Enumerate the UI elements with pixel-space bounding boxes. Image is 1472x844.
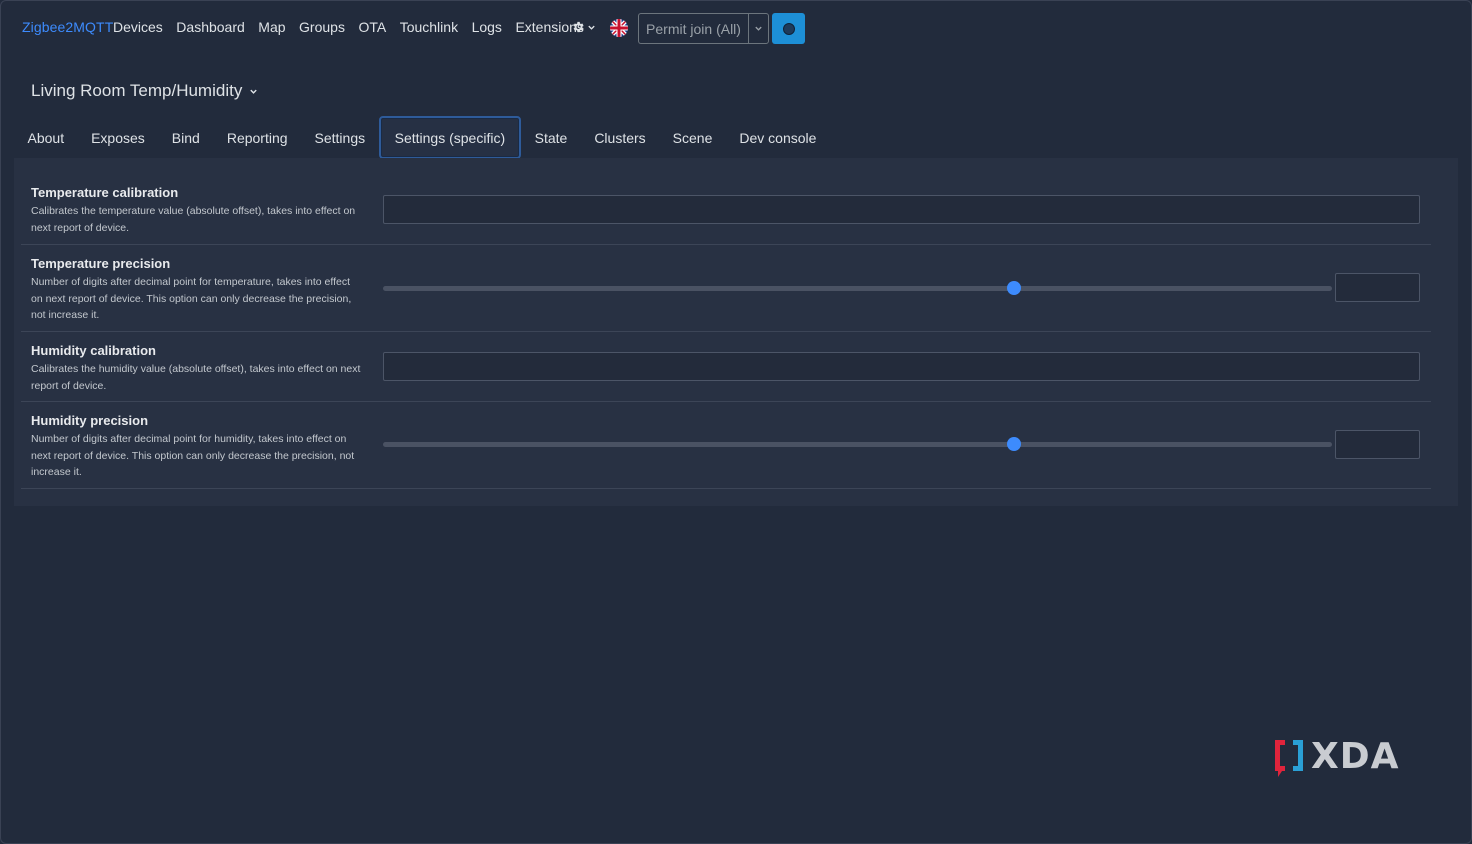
temperature-precision-slider[interactable]	[383, 281, 1332, 295]
tab-settings[interactable]: Settings	[301, 116, 379, 159]
uk-flag-icon[interactable]	[610, 19, 628, 37]
tab-exposes[interactable]: Exposes	[78, 116, 159, 159]
nav-link-dashboard[interactable]: Dashboard	[176, 19, 245, 35]
setting-label: Temperature calibration	[31, 185, 179, 200]
permit-join-group: Permit join (All)	[638, 13, 769, 44]
humidity-precision-slider[interactable]	[383, 437, 1332, 451]
permit-join-dropdown-toggle[interactable]	[748, 13, 769, 44]
settings-panel: Temperature calibration Calibrates the t…	[14, 158, 1458, 506]
tab-dev-console[interactable]: Dev console	[726, 116, 830, 159]
device-tabs: About Exposes Bind Reporting Settings Se…	[14, 116, 830, 159]
chevron-down-icon	[250, 89, 258, 94]
humidity-calibration-input[interactable]	[383, 352, 1420, 381]
tab-settings-specific[interactable]: Settings (specific)	[378, 116, 522, 159]
setting-humidity-calibration: Humidity calibration Calibrates the humi…	[21, 332, 1431, 402]
nav-link-groups[interactable]: Groups	[299, 19, 345, 35]
tab-reporting[interactable]: Reporting	[213, 116, 301, 159]
watermark-text: XDA	[1311, 736, 1400, 777]
permit-join-button[interactable]: Permit join (All)	[638, 13, 748, 44]
setting-temperature-precision: Temperature precision Number of digits a…	[21, 245, 1431, 332]
nav-link-devices[interactable]: Devices	[113, 19, 163, 35]
tab-scene[interactable]: Scene	[659, 116, 726, 159]
tab-bind[interactable]: Bind	[158, 116, 213, 159]
gear-icon	[573, 21, 584, 33]
connection-status-button[interactable]	[772, 13, 805, 44]
xda-bracket-logo-icon	[1275, 740, 1303, 777]
setting-description: Number of digits after decimal point for…	[31, 433, 355, 478]
temperature-calibration-input[interactable]	[383, 195, 1420, 224]
slider-thumb[interactable]	[1007, 281, 1022, 295]
tab-clusters[interactable]: Clusters	[581, 116, 659, 159]
setting-label: Temperature precision	[31, 256, 171, 271]
setting-description: Number of digits after decimal point for…	[31, 276, 352, 321]
device-selector[interactable]: Living Room Temp/Humidity	[31, 81, 258, 101]
setting-description: Calibrates the temperature value (absolu…	[31, 205, 356, 234]
device-title: Living Room Temp/Humidity	[31, 81, 243, 100]
chevron-down-icon	[588, 25, 595, 30]
nav-link-ota[interactable]: OTA	[358, 19, 386, 35]
chevron-down-icon	[755, 26, 762, 31]
nav-links: Devices Dashboard Map Groups OTA Touchli…	[113, 19, 597, 35]
brand-link[interactable]: Zigbee2MQTT	[22, 19, 113, 35]
setting-label: Humidity precision	[31, 413, 149, 428]
circle-icon	[782, 22, 795, 35]
tab-about[interactable]: About	[14, 116, 78, 159]
tab-state[interactable]: State	[521, 116, 581, 159]
xda-watermark: XDA	[1273, 736, 1400, 778]
setting-label: Humidity calibration	[31, 343, 156, 358]
slider-thumb[interactable]	[1007, 437, 1022, 451]
setting-description: Calibrates the humidity value (absolute …	[31, 363, 361, 392]
nav-link-touchlink[interactable]: Touchlink	[400, 19, 458, 35]
temperature-precision-input[interactable]	[1335, 273, 1420, 302]
settings-dropdown[interactable]	[571, 20, 596, 34]
navbar: Zigbee2MQTT Devices Dashboard Map Groups…	[0, 0, 1472, 56]
setting-temperature-calibration: Temperature calibration Calibrates the t…	[21, 178, 1431, 245]
nav-link-map[interactable]: Map	[258, 19, 285, 35]
nav-link-logs[interactable]: Logs	[472, 19, 502, 35]
setting-humidity-precision: Humidity precision Number of digits afte…	[21, 402, 1431, 489]
humidity-precision-input[interactable]	[1335, 430, 1420, 459]
